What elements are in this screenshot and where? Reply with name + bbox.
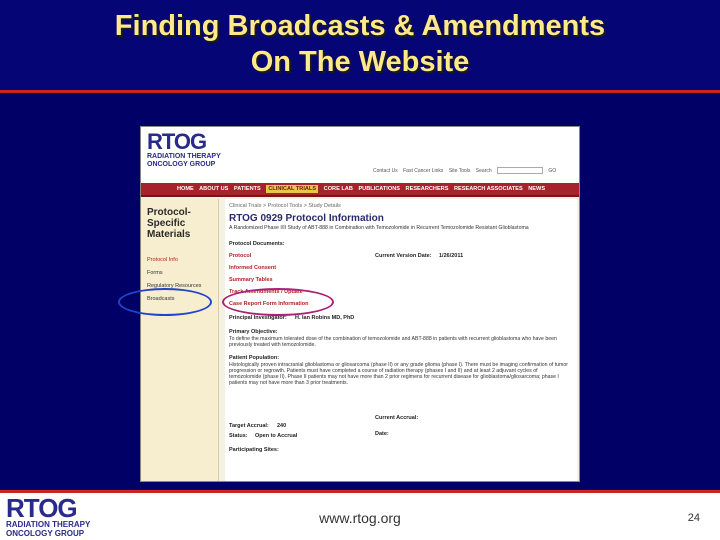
protocol-documents-label: Protocol Documents:	[229, 241, 285, 247]
slide: Finding Broadcasts & Amendments On The W…	[0, 0, 720, 540]
protocol-title: RTOG 0929 Protocol Information	[229, 213, 384, 224]
footer-url[interactable]: www.rtog.org	[300, 510, 420, 526]
main-nav: HOME ABOUT US PATIENTS CLINICAL TRIALS C…	[141, 183, 579, 197]
nav-research-associates[interactable]: RESEARCH ASSOCIATES	[454, 186, 523, 192]
doc-link-summary-tables[interactable]: Summary Tables	[229, 277, 273, 283]
nav-home[interactable]: HOME	[177, 186, 194, 192]
highlight-ellipse-amendments	[222, 288, 334, 316]
footer-logo-sub2: ONCOLOGY GROUP	[6, 529, 85, 538]
participating-sites-label: Participating Sites:	[229, 447, 279, 453]
doc-link-protocol[interactable]: Protocol	[229, 253, 251, 259]
date-label: Date:	[375, 431, 389, 437]
slide-title-line2: On The Website	[250, 46, 470, 78]
sidebar-heading-line1: Protocol-	[147, 207, 191, 218]
site-logo-mark: RTOG	[147, 129, 207, 154]
page-number: 24	[687, 512, 700, 524]
slide-title-line1: Finding Broadcasts & Amendments	[114, 10, 606, 42]
search-input[interactable]	[497, 167, 544, 174]
site-header: RTOG RADIATION THERAPY ONCOLOGY GROUP Co…	[141, 127, 579, 183]
sidebar: Protocol- Specific Materials Protocol In…	[141, 199, 219, 481]
slide-title: Finding Broadcasts & Amendments On The W…	[0, 8, 720, 80]
target-accrual: 240	[277, 423, 287, 429]
footer-logo-mark: RTOG	[6, 493, 78, 523]
search-go-button[interactable]: GO	[548, 168, 556, 174]
main-content: Clinical Trials > Protocol Tools > Study…	[225, 199, 577, 481]
nav-clinical-trials[interactable]: CLINICAL TRIALS	[266, 185, 319, 193]
principal-investigator: H. Ian Robins MD, PhD	[295, 315, 355, 321]
target-accrual-label: Target Accrual:	[229, 423, 269, 429]
toplink-site-tools[interactable]: Site Tools	[449, 168, 471, 174]
site-logo-sub2: ONCOLOGY GROUP	[147, 161, 216, 168]
toplink-contact[interactable]: Contact Us	[373, 168, 398, 174]
sidebar-item-protocol-info[interactable]: Protocol Info	[147, 257, 219, 263]
current-accrual-label: Current Accrual:	[375, 415, 419, 421]
patient-population: Histologically proven intracranial gliob…	[229, 362, 568, 386]
doc-link-informed-consent[interactable]: Informed Consent	[229, 265, 276, 271]
site-logo-sub1: RADIATION THERAPY	[147, 153, 221, 160]
footer-logo-sub1: RADIATION THERAPY	[6, 520, 91, 529]
status-label: Status:	[229, 433, 248, 439]
breadcrumb[interactable]: Clinical Trials > Protocol Tools > Study…	[229, 203, 341, 209]
current-version-label: Current Version Date:	[375, 253, 432, 259]
nav-about[interactable]: ABOUT US	[199, 186, 228, 192]
footer-logo: RTOG RADIATION THERAPY ONCOLOGY GROUP	[6, 493, 110, 538]
sidebar-item-forms[interactable]: Forms	[147, 270, 219, 276]
highlight-ellipse-broadcasts	[118, 288, 212, 316]
top-links: Contact Us Fast Cancer Links Site Tools …	[373, 167, 579, 174]
nav-news[interactable]: NEWS	[528, 186, 545, 192]
sidebar-heading: Protocol- Specific Materials	[147, 207, 217, 240]
nav-researchers[interactable]: RESEARCHERS	[406, 186, 449, 192]
primary-objective-label: Primary Objective:	[229, 329, 278, 335]
sidebar-heading-line3: Materials	[147, 229, 191, 240]
nav-publications[interactable]: PUBLICATIONS	[358, 186, 400, 192]
protocol-description: A Randomized Phase I/II Study of ABT-888…	[229, 225, 529, 231]
status-value: Open to Accrual	[255, 433, 298, 439]
toplink-fast-links[interactable]: Fast Cancer Links	[403, 168, 443, 174]
primary-objective: To define the maximum tolerated dose of …	[229, 336, 557, 348]
site-logo[interactable]: RTOG RADIATION THERAPY ONCOLOGY GROUP	[147, 131, 247, 181]
sidebar-heading-line2: Specific	[147, 218, 186, 229]
current-version-date: 1/26/2011	[439, 253, 464, 259]
nav-core-lab[interactable]: CORE LAB	[324, 186, 353, 192]
nav-patients[interactable]: PATIENTS	[234, 186, 261, 192]
toplink-search: Search	[475, 167, 492, 174]
patient-population-label: Patient Population:	[229, 355, 280, 361]
title-divider	[0, 90, 720, 93]
